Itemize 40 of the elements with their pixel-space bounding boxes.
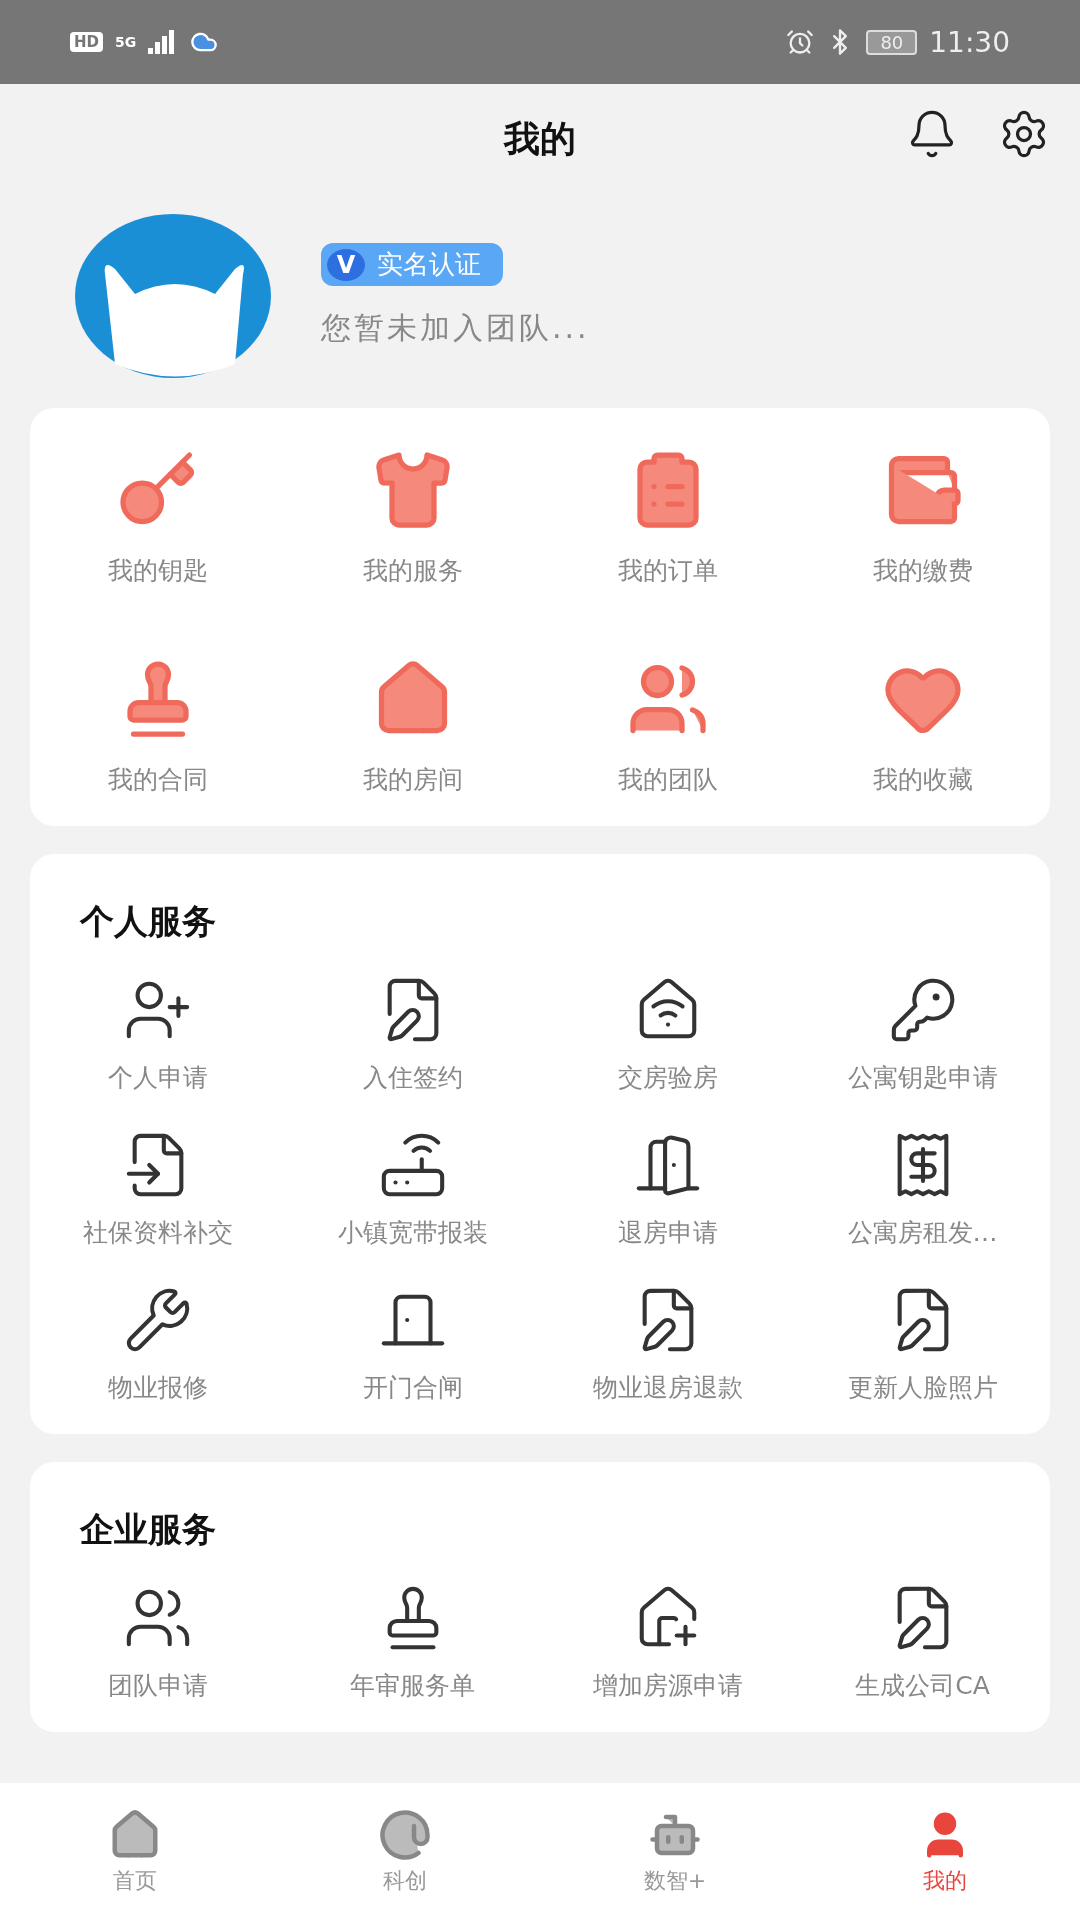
avatar[interactable] [75,214,271,378]
menu-label[interactable]: 我的房间 [362,763,463,796]
menu-label[interactable]: 我的收藏 [872,763,973,796]
menu-label[interactable]: 我的订单 [617,554,718,587]
service-label[interactable]: 交房验房 [617,1061,718,1094]
service-label[interactable]: 公寓钥匙申请 [847,1061,998,1094]
service-label[interactable]: 入住签约 [362,1061,463,1094]
alarm-icon [786,28,815,56]
service-label[interactable]: 生成公司CA [855,1669,990,1702]
network-type: 5G [115,34,137,50]
battery-level: 80 [866,29,918,55]
section-title: 企业服务 [80,1508,217,1551]
menu-label[interactable]: 我的合同 [107,763,208,796]
service-label[interactable]: 增加房源申请 [592,1669,743,1702]
nav-tab[interactable]: 数智+ [540,1783,810,1920]
service-label[interactable]: 年审服务单 [350,1669,475,1702]
clock-time: 11:30 [929,25,1010,59]
menu-label[interactable]: 我的团队 [617,763,718,796]
service-label[interactable]: 小镇宽带报装 [337,1216,488,1249]
section-title: 个人服务 [80,900,217,943]
menu-label[interactable]: 我的服务 [362,554,463,587]
service-label[interactable]: 社保资料补交 [82,1216,233,1249]
verification-badge[interactable]: V 实名认证 [321,243,503,286]
service-label[interactable]: 公寓房租发… [847,1216,998,1249]
nav-tab[interactable]: 科创 [270,1783,540,1920]
service-label[interactable]: 退房申请 [617,1216,718,1249]
service-label[interactable]: 物业退房退款 [592,1371,743,1404]
nav-tab[interactable]: 我的 [810,1783,1080,1920]
service-label[interactable]: 团队申请 [107,1669,208,1702]
service-label[interactable]: 物业报修 [107,1371,208,1404]
service-label[interactable]: 开门合闸 [362,1371,463,1404]
hd-indicator: HD [70,32,103,52]
service-label[interactable]: 个人申请 [107,1061,208,1094]
verified-mark: V [327,248,365,281]
nav-tab[interactable]: 首页 [0,1783,270,1920]
menu-label[interactable]: 我的钥匙 [107,554,208,587]
team-status-text: 您暂未加入团队... [321,309,590,347]
page-title: 我的 [504,116,576,161]
service-label[interactable]: 更新人脸照片 [847,1371,998,1404]
menu-label[interactable]: 我的缴费 [872,554,973,587]
